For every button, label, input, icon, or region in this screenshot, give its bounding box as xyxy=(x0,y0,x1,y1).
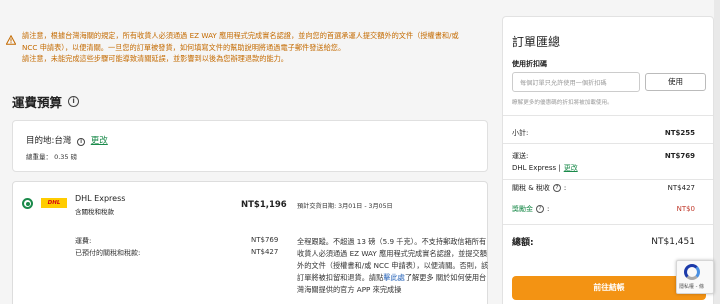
help-icon[interactable]: ? xyxy=(552,184,561,192)
shipping-row: 運送: NT$769 xyxy=(512,151,695,161)
carrier-name: DHL Express xyxy=(75,194,126,203)
fee-label-shipping: 運費: xyxy=(75,237,92,245)
destination-label: 目的地:台灣 xyxy=(26,136,72,146)
info-icon[interactable]: i xyxy=(68,96,80,107)
divider xyxy=(503,115,713,116)
order-summary-title: 訂單匯總 xyxy=(512,35,561,49)
recaptcha-icon xyxy=(684,264,700,280)
fee-value-duties: NT$427 xyxy=(251,248,279,256)
divider xyxy=(503,143,713,144)
reward-label-wrap: 獎勵金 ? : xyxy=(512,204,549,214)
notice-line-1: 請注意，根據台灣海關的規定，所有收貨人必須通過 EZ WAY 應用程式完成實名認… xyxy=(22,31,459,40)
divider xyxy=(503,179,713,180)
duties-value: NT$427 xyxy=(667,184,695,192)
reward-label: 獎勵金 xyxy=(512,205,533,213)
recaptcha-text: 隱私權 - 條 xyxy=(679,284,704,290)
subtotal-row: 小計: NT$255 xyxy=(512,128,695,138)
click-here-link[interactable]: 擊此處 xyxy=(383,273,405,282)
shipping-carrier: DHL Express | xyxy=(512,164,561,172)
total-row: 總額: NT$1,451 xyxy=(512,235,695,249)
duties-label: 關稅 & 稅收 xyxy=(512,184,550,192)
subtotal-label: 小計: xyxy=(512,129,529,137)
shipping-value: NT$769 xyxy=(664,152,695,160)
customs-notice: 請注意，根據台灣海關的規定，所有收貨人必須通過 EZ WAY 應用程式完成實名認… xyxy=(6,30,496,65)
total-label: 總額: xyxy=(512,238,534,248)
shipping-carrier-row: DHL Express | 更改 xyxy=(512,163,695,173)
coupon-label: 使用折扣碼 xyxy=(512,60,547,68)
checkout-main: 請注意，根據台灣海關的規定，所有收貨人必須通過 EZ WAY 應用程式完成實名認… xyxy=(0,0,502,304)
shipping-estimate-heading: 運費預算 i xyxy=(12,92,80,111)
duties-label-wrap: 關稅 & 稅收 ? : xyxy=(512,183,566,193)
carrier-details: 全程跟蹤。不超過 13 磅（5.9 千克）。不支持郵政信箱所有收貨人必須通過 E… xyxy=(297,236,489,296)
subtotal-value: NT$255 xyxy=(664,129,695,137)
carrier-price: NT$1,196 xyxy=(241,200,287,210)
page-scrollbar[interactable] xyxy=(714,0,720,304)
total-value: NT$1,451 xyxy=(651,236,695,247)
total-weight: 總重量： 0.35 磅 xyxy=(26,153,78,161)
help-icon[interactable]: ? xyxy=(536,205,544,213)
duties-colon: : xyxy=(563,184,567,192)
reward-value: NT$0 xyxy=(676,205,695,213)
destination-card: 目的地:台灣 i 更改 總重量： 0.35 磅 xyxy=(12,120,488,172)
shipping-option-radio[interactable] xyxy=(22,198,33,209)
notice-line-2: NCC 申請表），以便清關。一旦您的訂單被發貨，如何填寫文件的幫助說明將通過電子… xyxy=(22,42,346,52)
change-shipping-link[interactable]: 更改 xyxy=(564,163,578,173)
recaptcha-badge[interactable]: 隱私權 - 條 xyxy=(676,260,714,294)
destination-line: 目的地:台灣 i 更改 xyxy=(26,134,108,146)
change-destination-link[interactable]: 更改 xyxy=(91,136,108,146)
notice-line-3: 請注意，未能完成這些步驟可能導致清關延誤，並影響到以後為您辦理退款的能力。 xyxy=(22,54,288,63)
shipping-estimate-title: 運費預算 xyxy=(12,95,63,110)
reward-colon: : xyxy=(547,205,550,213)
reward-row: 獎勵金 ? : NT$0 xyxy=(512,204,695,214)
dhl-logo: DHL xyxy=(41,198,67,208)
carrier-subtitle: 含關稅和稅款 xyxy=(75,208,114,216)
shipping-option-dhl[interactable]: DHL DHL Express 含關稅和稅款 NT$1,196 預計交貨日期: … xyxy=(12,181,488,304)
duties-row: 關稅 & 稅收 ? : NT$427 xyxy=(512,183,695,193)
apply-coupon-button[interactable]: 使用 xyxy=(645,73,706,91)
coupon-input[interactable]: 每個訂單只允許使用一個折扣碼 xyxy=(512,72,640,92)
fee-label-duties: 已預付的關稅和稅款: xyxy=(75,249,141,257)
divider xyxy=(503,224,713,225)
coupon-hint: 瞭解更多的優惠碼的折扣將被加載使用。 xyxy=(512,100,613,106)
fee-value-shipping: NT$769 xyxy=(251,236,279,244)
shipping-label: 運送: xyxy=(512,152,529,160)
estimated-delivery: 預計交貨日期: 3月01日 - 3月05日 xyxy=(297,203,393,210)
info-icon[interactable]: i xyxy=(77,138,86,146)
